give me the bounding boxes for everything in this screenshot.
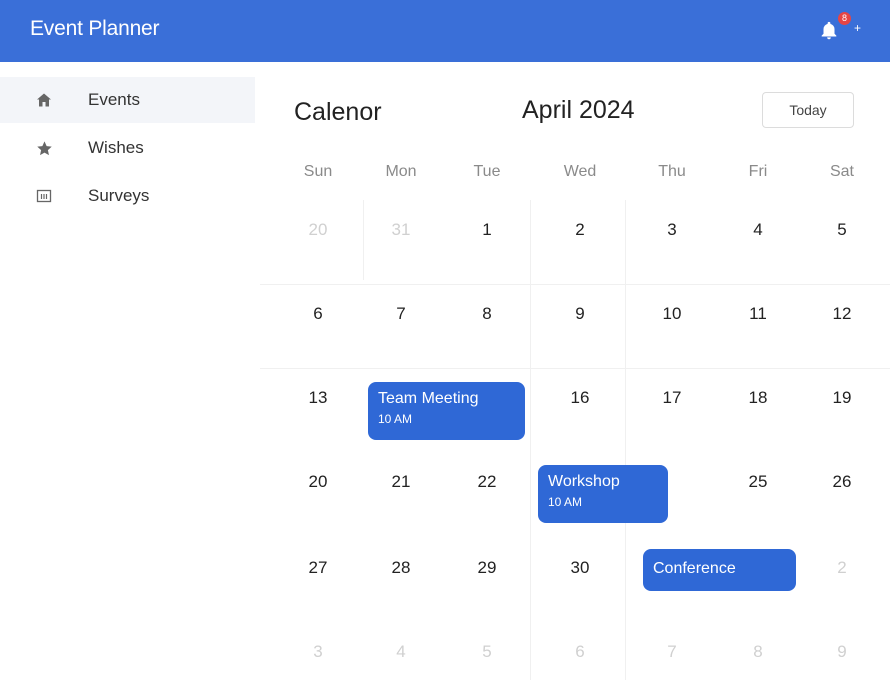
home-icon <box>34 90 54 110</box>
star-icon <box>34 138 54 158</box>
day-cell[interactable]: 2 <box>812 558 872 578</box>
day-cell[interactable]: 6 <box>550 642 610 662</box>
day-cell[interactable]: 28 <box>371 558 431 578</box>
day-cell[interactable]: 21 <box>371 472 431 492</box>
sidebar-item-label: Surveys <box>88 186 150 205</box>
calendar-panel: Calenor April 2024 Today Sun Mon Tue Wed… <box>260 62 890 680</box>
day-cell[interactable]: 3 <box>288 642 348 662</box>
bell-icon <box>821 21 837 40</box>
today-button[interactable]: Today <box>762 92 854 128</box>
event-conference[interactable]: Conference <box>643 549 796 591</box>
day-cell[interactable]: 18 <box>728 388 788 408</box>
event-team-meeting[interactable]: Team Meeting 10 AM <box>368 382 525 440</box>
day-cell[interactable]: 8 <box>728 642 788 662</box>
day-cell[interactable]: 12 <box>812 304 872 324</box>
page-title: Calenor <box>294 98 382 126</box>
event-title: Workshop <box>548 473 620 490</box>
day-cell[interactable]: 6 <box>288 304 348 324</box>
day-cell[interactable]: 3 <box>642 220 702 240</box>
grid-line <box>625 200 626 680</box>
top-bar: Event Planner 8 + <box>0 0 890 62</box>
grid-line <box>363 200 364 280</box>
day-cell[interactable]: 19 <box>812 388 872 408</box>
day-cell[interactable]: 9 <box>812 642 872 662</box>
event-time: 10 AM <box>548 495 583 509</box>
weekday-sun: Sun <box>303 163 333 180</box>
event-time: 10 AM <box>378 412 413 426</box>
grid-line <box>260 368 890 369</box>
day-cell[interactable]: 31 <box>371 220 431 240</box>
weekday-thu: Thu <box>658 163 686 180</box>
sidebar-item-wishes[interactable]: Wishes <box>0 125 255 171</box>
notifications-button[interactable]: 8 + <box>812 12 861 48</box>
grid-line <box>530 200 531 680</box>
day-cell[interactable]: 16 <box>550 388 610 408</box>
day-cell[interactable]: 29 <box>457 558 517 578</box>
plus-icon: + <box>854 21 862 35</box>
notification-badge: 8 <box>838 12 851 25</box>
day-cell[interactable]: 20 <box>288 472 348 492</box>
weekday-wed: Wed <box>563 163 597 180</box>
day-cell[interactable]: 30 <box>550 558 610 578</box>
month-label: April 2024 <box>522 96 635 124</box>
weekday-tue: Tue <box>473 163 501 180</box>
day-cell[interactable]: 13 <box>288 388 348 408</box>
sidebar-item-events[interactable]: Events <box>0 77 255 123</box>
day-cell[interactable]: 27 <box>288 558 348 578</box>
sidebar-item-label: Wishes <box>88 138 144 157</box>
day-cell[interactable]: 4 <box>728 220 788 240</box>
day-cell[interactable]: 1 <box>457 220 517 240</box>
app-title: Event Planner <box>30 17 160 40</box>
event-title: Conference <box>653 560 736 577</box>
day-cell[interactable]: 25 <box>728 472 788 492</box>
day-cell[interactable]: 9 <box>550 304 610 324</box>
day-cell[interactable]: 20 <box>288 220 348 240</box>
day-cell[interactable]: 26 <box>812 472 872 492</box>
day-cell[interactable]: 17 <box>642 388 702 408</box>
event-title: Team Meeting <box>378 390 479 407</box>
day-cell[interactable]: 11 <box>728 304 788 324</box>
survey-icon <box>34 186 54 206</box>
sidebar-item-surveys[interactable]: Surveys <box>0 173 255 219</box>
weekday-fri: Fri <box>748 163 768 180</box>
weekday-mon: Mon <box>385 163 417 180</box>
day-cell[interactable]: 5 <box>457 642 517 662</box>
event-workshop[interactable]: Workshop 10 AM <box>538 465 668 523</box>
day-cell[interactable]: 8 <box>457 304 517 324</box>
grid-line <box>260 284 890 285</box>
day-cell[interactable]: 10 <box>642 304 702 324</box>
day-cell[interactable]: 7 <box>371 304 431 324</box>
sidebar-item-label: Events <box>88 90 140 109</box>
sidebar: Events Wishes Surveys <box>0 62 255 680</box>
day-cell[interactable]: 7 <box>642 642 702 662</box>
weekday-sat: Sat <box>829 163 854 180</box>
day-cell[interactable]: 2 <box>550 220 610 240</box>
day-cell[interactable]: 22 <box>457 472 517 492</box>
day-cell[interactable]: 4 <box>371 642 431 662</box>
day-cell[interactable]: 5 <box>812 220 872 240</box>
